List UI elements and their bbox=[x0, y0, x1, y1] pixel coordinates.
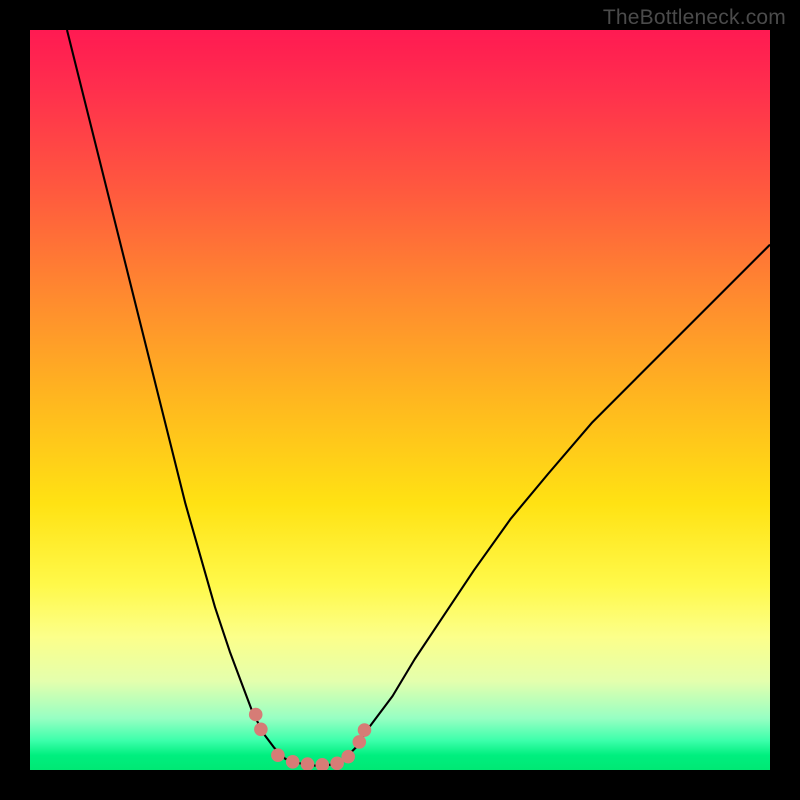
plot-area bbox=[30, 30, 770, 770]
curve-layer bbox=[30, 30, 770, 770]
marker-dot bbox=[316, 758, 330, 770]
chart-frame: TheBottleneck.com bbox=[0, 0, 800, 800]
marker-dot bbox=[249, 708, 263, 722]
marker-dot bbox=[341, 750, 355, 764]
marker-dot bbox=[358, 723, 372, 737]
marker-dot bbox=[254, 723, 268, 737]
watermark-text: TheBottleneck.com bbox=[603, 6, 786, 30]
marker-dot bbox=[286, 755, 300, 769]
marker-dot bbox=[301, 757, 315, 770]
curve-left-branch bbox=[67, 30, 296, 763]
marker-dot bbox=[353, 735, 367, 749]
curve-right-branch bbox=[341, 245, 770, 763]
marker-dot bbox=[271, 748, 285, 762]
